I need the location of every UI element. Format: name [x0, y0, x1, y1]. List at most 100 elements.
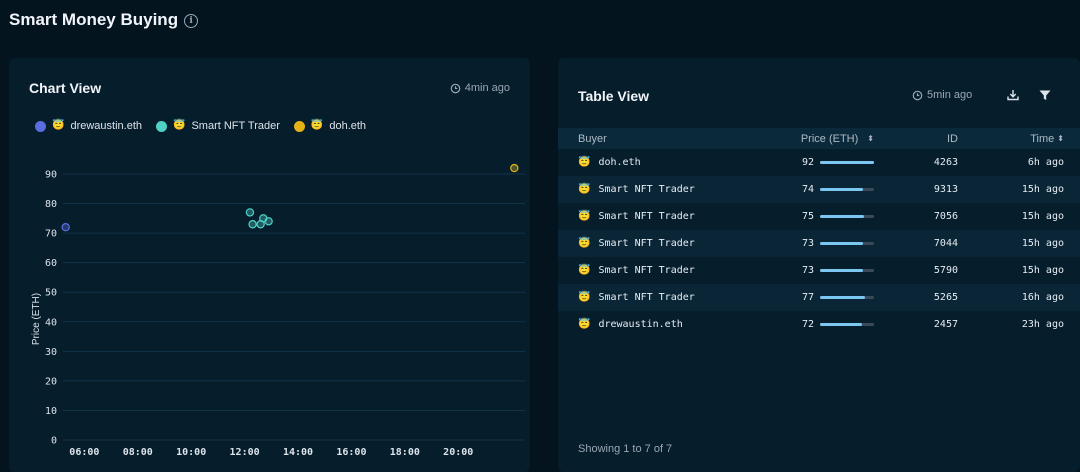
column-header-id[interactable]: ID [874, 133, 958, 145]
x-tick-label: 18:00 [390, 447, 420, 458]
legend-item-drewaustin[interactable]: 😇 drewaustin.eth [35, 120, 142, 132]
table-row[interactable]: 😇 doh.eth 92 4263 6h ago [558, 149, 1080, 176]
chart-legend: 😇 drewaustin.eth 😇 Smart NFT Trader 😇 do… [35, 120, 366, 132]
price-value: 72 [801, 319, 814, 330]
legend-dot [35, 120, 46, 132]
table-footer: Showing 1 to 7 of 7 [578, 443, 673, 455]
table-row[interactable]: 😇 Smart NFT Trader 75 7056 15h ago [558, 203, 1080, 230]
price-value: 73 [801, 238, 814, 249]
price-bar-fill [820, 269, 863, 272]
price-bar-fill [820, 215, 865, 218]
chart-updated: 4min ago [450, 82, 510, 94]
legend-dot [293, 120, 305, 132]
cell-id[interactable]: 5790 [874, 265, 958, 276]
table-row[interactable]: 😇 Smart NFT Trader 77 5265 16h ago [558, 284, 1080, 311]
y-tick-label: 70 [45, 229, 57, 240]
price-bar [820, 188, 874, 191]
table-row[interactable]: 😇 Smart NFT Trader 73 5790 15h ago [558, 257, 1080, 284]
cell-id[interactable]: 4263 [874, 157, 958, 168]
column-header-buyer[interactable]: Buyer [558, 133, 773, 145]
y-tick-label: 40 [45, 317, 57, 328]
column-header-label: ID [947, 132, 958, 145]
refresh-clock-icon [450, 83, 461, 93]
filter-icon[interactable] [1038, 88, 1052, 102]
avatar-emoji-icon: 😇 [578, 210, 591, 222]
legend-label: doh.eth [329, 120, 367, 132]
table-panel-title: Table View [578, 88, 650, 104]
info-icon[interactable]: i [184, 14, 199, 28]
buyer-name[interactable]: doh.eth [598, 157, 640, 168]
cell-buyer[interactable]: 😇 drewaustin.eth [558, 319, 773, 330]
sort-icon[interactable]: ⬍ [1057, 134, 1064, 143]
cell-buyer[interactable]: 😇 Smart NFT Trader [558, 238, 773, 249]
x-tick-label: 16:00 [336, 447, 366, 458]
table-updated-text: 5min ago [927, 89, 973, 101]
avatar-emoji-icon: 😇 [578, 264, 591, 276]
cell-buyer[interactable]: 😇 Smart NFT Trader [558, 211, 773, 222]
cell-id[interactable]: 5265 [874, 292, 958, 303]
buyer-name[interactable]: Smart NFT Trader [598, 184, 694, 195]
price-bar-fill [820, 296, 866, 299]
cell-time: 16h ago [1021, 292, 1064, 303]
table-body: 😇 doh.eth 92 4263 6h ago 😇 Smart NFT Tra… [558, 149, 1080, 338]
avatar-emoji-icon: 😇 [52, 120, 65, 131]
cell-id[interactable]: 9313 [874, 184, 958, 195]
cell-buyer[interactable]: 😇 Smart NFT Trader [558, 292, 773, 303]
cell-price: 77 [773, 292, 874, 303]
cell-id[interactable]: 7056 [874, 211, 958, 222]
y-tick-label: 60 [45, 258, 57, 269]
avatar-emoji-icon: 😇 [578, 156, 591, 168]
cell-time: 23h ago [1021, 319, 1064, 330]
buyer-name[interactable]: Smart NFT Trader [598, 265, 694, 276]
legend-item-smart-nft-trader[interactable]: 😇 Smart NFT Trader [156, 120, 280, 132]
cell-buyer[interactable]: 😇 Smart NFT Trader [558, 184, 773, 195]
legend-item-doh[interactable]: 😇 doh.eth [293, 120, 367, 132]
buyer-name[interactable]: Smart NFT Trader [598, 211, 694, 222]
column-header-price[interactable]: Price (ETH) ⬍ [773, 133, 874, 145]
column-header-label: Time [1030, 132, 1055, 145]
data-point[interactable] [61, 222, 70, 232]
chart-updated-text: 4min ago [464, 82, 510, 94]
table-row[interactable]: 😇 Smart NFT Trader 73 7044 15h ago [558, 230, 1080, 257]
column-header-time[interactable]: Time ⬍ [958, 133, 1064, 145]
cell-id[interactable]: 7044 [874, 238, 958, 249]
price-value: 77 [801, 292, 814, 303]
cell-price: 73 [773, 265, 874, 276]
table-row[interactable]: 😇 drewaustin.eth 72 2457 23h ago [558, 311, 1080, 338]
download-icon[interactable] [1006, 88, 1020, 102]
sort-icon[interactable]: ⬍ [867, 134, 874, 143]
data-point[interactable] [264, 217, 273, 226]
page-title-text: Smart Money Buying [9, 10, 179, 29]
buyer-name[interactable]: drewaustin.eth [598, 319, 682, 330]
price-bar [820, 296, 874, 299]
legend-label: Smart NFT Trader [191, 120, 280, 132]
avatar-emoji-icon: 😇 [578, 318, 591, 330]
buyer-name[interactable]: Smart NFT Trader [598, 238, 694, 249]
table-row[interactable]: 😇 Smart NFT Trader 74 9313 15h ago [558, 176, 1080, 203]
x-tick-label: 20:00 [443, 447, 473, 458]
data-point[interactable] [248, 220, 257, 229]
cell-buyer[interactable]: 😇 doh.eth [558, 157, 773, 168]
price-bar [820, 161, 874, 164]
buyer-name[interactable]: Smart NFT Trader [598, 292, 694, 303]
price-bar-fill [820, 161, 874, 164]
cell-time: 15h ago [1021, 265, 1064, 276]
cell-buyer[interactable]: 😇 Smart NFT Trader [558, 265, 773, 276]
chart-panel-title: Chart View [29, 80, 102, 96]
cell-id[interactable]: 2457 [874, 319, 958, 330]
avatar-emoji-icon: 😇 [578, 183, 591, 195]
avatar-emoji-icon: 😇 [578, 237, 591, 249]
data-point[interactable] [245, 208, 255, 217]
x-tick-label: 14:00 [283, 447, 313, 458]
x-tick-label: 06:00 [69, 447, 99, 458]
y-tick-label: 30 [45, 347, 57, 358]
cell-time: 15h ago [1021, 211, 1064, 222]
price-bar-fill [820, 323, 863, 326]
x-tick-label: 10:00 [176, 447, 206, 458]
data-point[interactable] [510, 163, 519, 173]
cell-price: 73 [773, 238, 874, 249]
price-bar [820, 323, 874, 326]
y-tick-label: 10 [45, 406, 57, 417]
cell-price: 92 [773, 157, 874, 168]
price-value: 74 [801, 184, 814, 195]
